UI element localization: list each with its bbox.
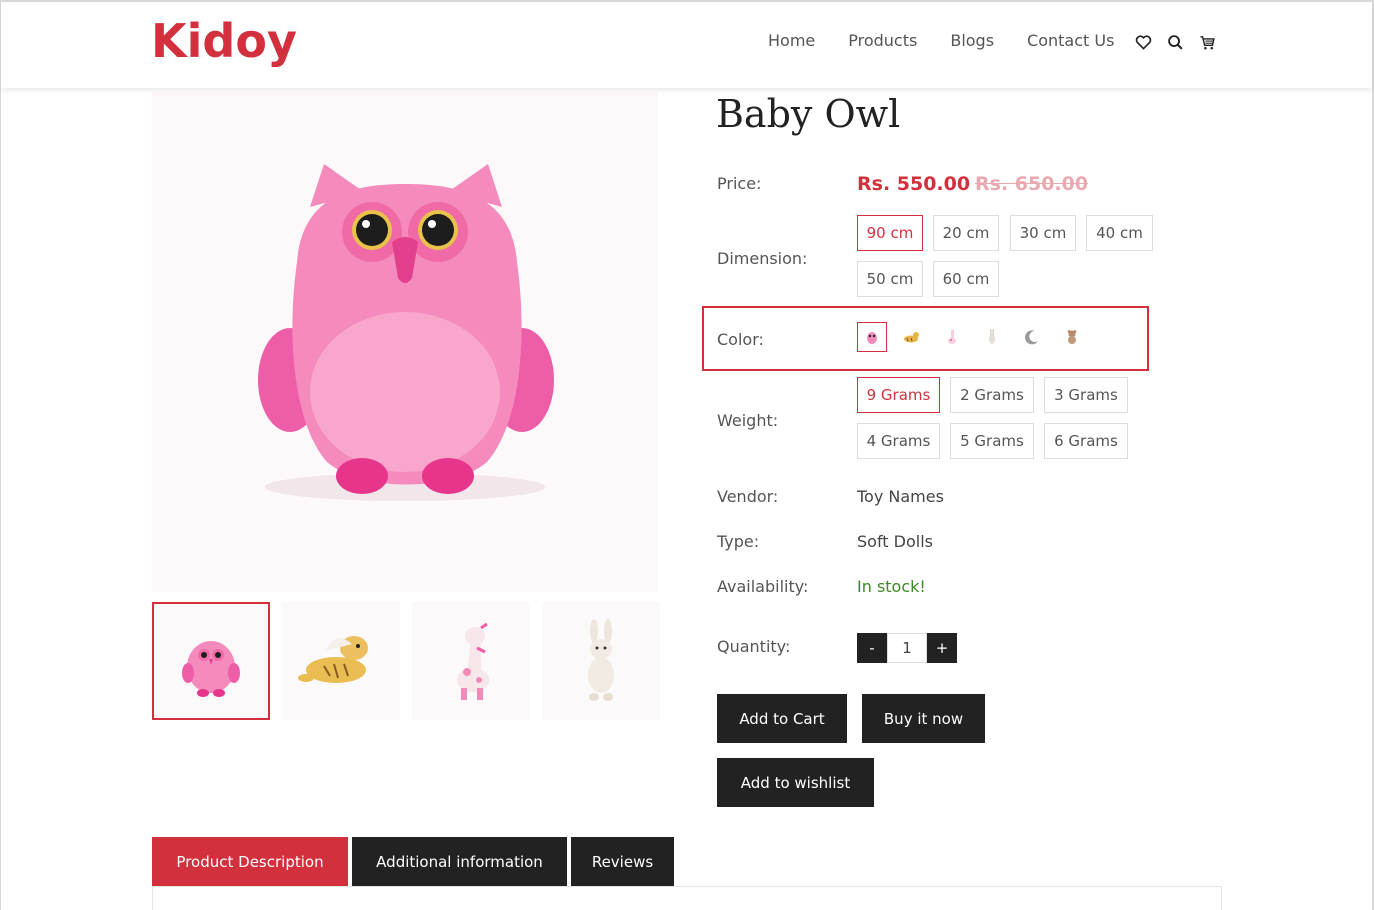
weight-option-9g[interactable]: 9 Grams <box>857 377 940 413</box>
main-nav: Home Products Blogs Contact Us <box>768 31 1147 50</box>
dimension-option-30cm[interactable]: 30 cm <box>1010 215 1076 251</box>
tab-reviews[interactable]: Reviews <box>571 837 674 886</box>
buy-it-now-button[interactable]: Buy it now <box>862 694 985 743</box>
weight-option-6g[interactable]: 6 Grams <box>1044 423 1128 459</box>
tab-additional-information[interactable]: Additional information <box>352 837 567 886</box>
dimension-label: Dimension: <box>717 249 808 268</box>
weight-option-4g[interactable]: 4 Grams <box>857 423 940 459</box>
quantity-input[interactable]: 1 <box>887 633 927 663</box>
compare-price: Rs. 650.00 <box>975 173 1089 195</box>
type-value[interactable]: Soft Dolls <box>857 532 933 551</box>
dimension-option-90cm[interactable]: 90 cm <box>857 215 923 251</box>
dimension-option-40cm[interactable]: 40 cm <box>1086 215 1153 251</box>
nav-blogs[interactable]: Blogs <box>950 31 994 50</box>
tab-product-description[interactable]: Product Description <box>152 837 348 886</box>
heart-icon[interactable] <box>1134 33 1152 51</box>
thumbnail-owl[interactable] <box>152 602 270 720</box>
tab-content-panel <box>152 886 1222 910</box>
quantity-decrease-button[interactable]: - <box>857 633 887 663</box>
thumbnail-giraffe[interactable] <box>412 602 530 720</box>
color-swatch-bear[interactable] <box>1057 322 1087 352</box>
site-logo[interactable]: Kidoy <box>151 14 297 68</box>
window-left-border <box>0 0 1 910</box>
add-to-cart-button[interactable]: Add to Cart <box>717 694 847 743</box>
vendor-value[interactable]: Toy Names <box>857 487 944 506</box>
thumbnail-tiger[interactable] <box>282 602 400 720</box>
nav-home[interactable]: Home <box>768 31 815 50</box>
header-icons <box>1134 33 1216 51</box>
color-swatch-bunny[interactable] <box>977 322 1007 352</box>
dimension-option-60cm[interactable]: 60 cm <box>933 261 999 297</box>
thumbnail-bunny[interactable] <box>542 602 660 720</box>
color-swatch-giraffe[interactable] <box>937 322 967 352</box>
product-main-image[interactable] <box>152 92 658 592</box>
weight-option-2g[interactable]: 2 Grams <box>950 377 1034 413</box>
weight-option-5g[interactable]: 5 Grams <box>950 423 1034 459</box>
availability-value: In stock! <box>857 577 926 596</box>
dimension-option-50cm[interactable]: 50 cm <box>857 261 923 297</box>
color-swatch-owl[interactable] <box>857 322 887 352</box>
type-label: Type: <box>717 532 760 551</box>
availability-label: Availability: <box>717 577 809 596</box>
weight-label: Weight: <box>717 411 779 430</box>
quantity-label: Quantity: <box>717 637 791 656</box>
search-icon[interactable] <box>1166 33 1184 51</box>
color-label: Color: <box>717 330 764 349</box>
quantity-increase-button[interactable]: + <box>927 633 957 663</box>
add-to-wishlist-button[interactable]: Add to wishlist <box>717 758 874 807</box>
nav-products[interactable]: Products <box>848 31 917 50</box>
nav-contact-us[interactable]: Contact Us <box>1027 31 1114 50</box>
price-label: Price: <box>717 174 762 193</box>
site-header: Kidoy Home Products Blogs Contact Us <box>1 2 1372 88</box>
vendor-label: Vendor: <box>717 487 779 506</box>
weight-option-3g[interactable]: 3 Grams <box>1044 377 1128 413</box>
color-swatch-tiger[interactable] <box>897 322 927 352</box>
color-swatch-moon[interactable] <box>1017 322 1047 352</box>
cart-icon[interactable] <box>1198 33 1216 51</box>
product-title: Baby Owl <box>716 92 901 136</box>
sale-price: Rs. 550.00 <box>857 173 971 195</box>
product-thumbnails <box>152 602 660 720</box>
dimension-option-20cm[interactable]: 20 cm <box>933 215 999 251</box>
